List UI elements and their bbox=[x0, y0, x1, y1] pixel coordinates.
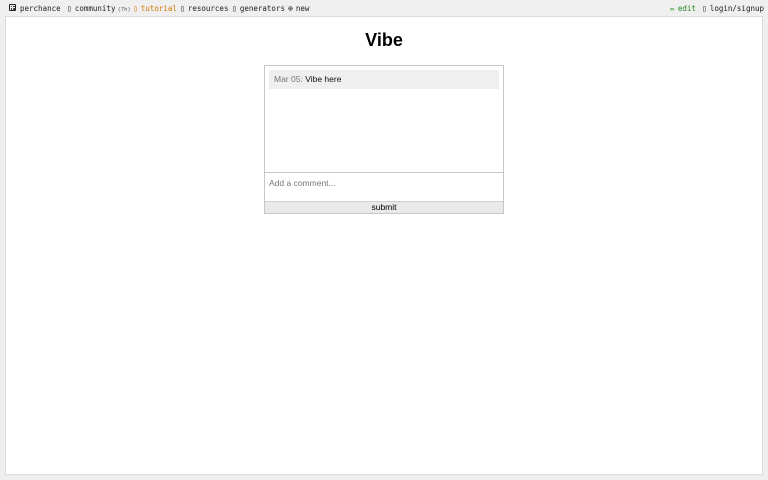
nav-tutorial-label: tutorial bbox=[140, 4, 177, 13]
nav-perchance-label: perchance bbox=[20, 4, 61, 13]
community-count: (7h) bbox=[117, 7, 131, 13]
nav-community-link[interactable]: ▯ community (7h) bbox=[67, 3, 131, 14]
comment-date: Mar 05: bbox=[274, 74, 303, 84]
nav-resources-label: resources bbox=[187, 4, 229, 13]
pencil-icon: ✏ bbox=[670, 4, 675, 13]
user-icon: ▯ bbox=[702, 4, 707, 13]
nav-generators-label: generators bbox=[239, 4, 285, 13]
comment-input[interactable] bbox=[265, 172, 503, 201]
dice-icon bbox=[9, 4, 16, 11]
plus-circle-icon: ⊕ bbox=[288, 4, 293, 13]
nav-perchance-link[interactable]: perchance bbox=[9, 3, 61, 14]
top-nav-bar: perchance ▯ community (7h) ▯ tutorial ▯ reso… bbox=[0, 0, 768, 16]
nav-new-label: new bbox=[295, 4, 310, 13]
nav-generators-link[interactable]: ▯ generators bbox=[232, 3, 285, 14]
nav-login-label: login/signup bbox=[709, 4, 765, 13]
link-icon: ▯ bbox=[180, 4, 185, 13]
nav-new-link[interactable]: ⊕ new bbox=[288, 3, 309, 14]
submit-button[interactable]: submit bbox=[265, 201, 503, 213]
nav-resources-link[interactable]: ▯ resources bbox=[180, 3, 228, 14]
chat-icon: ▯ bbox=[67, 4, 72, 13]
book-icon: ▯ bbox=[133, 4, 138, 13]
list-icon: ▯ bbox=[232, 4, 237, 13]
comments-box: Mar 05: Vibe here submit bbox=[264, 65, 504, 214]
comment-text: Vibe here bbox=[305, 74, 342, 84]
nav-edit-link[interactable]: ✏ edit bbox=[670, 3, 696, 14]
nav-community-label: community bbox=[74, 4, 116, 13]
nav-edit-label: edit bbox=[677, 4, 696, 13]
page-title: Vibe bbox=[365, 30, 403, 50]
nav-login-link[interactable]: ▯ login/signup bbox=[702, 3, 764, 14]
comment-item: Mar 05: Vibe here bbox=[269, 70, 499, 89]
nav-tutorial-link[interactable]: ▯ tutorial bbox=[133, 3, 177, 14]
